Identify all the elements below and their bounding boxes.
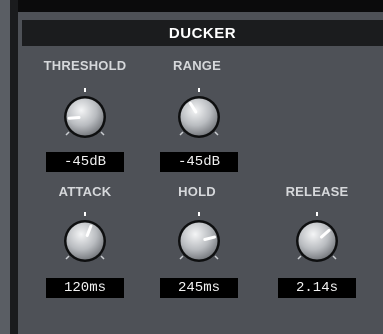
left-rail — [0, 0, 18, 334]
threshold-value[interactable]: -45dB — [46, 152, 124, 172]
ducker-header: DUCKER — [22, 20, 383, 46]
hold-label: HOLD — [178, 184, 216, 199]
threshold-knob[interactable] — [58, 88, 112, 142]
range-knob[interactable] — [172, 88, 226, 142]
window-top-strip — [0, 0, 383, 12]
release-value[interactable]: 2.14s — [278, 278, 356, 298]
range-value[interactable]: -45dB — [160, 152, 238, 172]
hold-value[interactable]: 245ms — [160, 278, 238, 298]
threshold-label: THRESHOLD — [43, 58, 127, 73]
range-label: RANGE — [173, 58, 221, 73]
attack-label: ATTACK — [58, 184, 112, 199]
attack-knob[interactable] — [58, 212, 112, 266]
release-label: RELEASE — [285, 184, 349, 199]
release-knob[interactable] — [290, 212, 344, 266]
attack-value[interactable]: 120ms — [46, 278, 124, 298]
hold-knob[interactable] — [172, 212, 226, 266]
